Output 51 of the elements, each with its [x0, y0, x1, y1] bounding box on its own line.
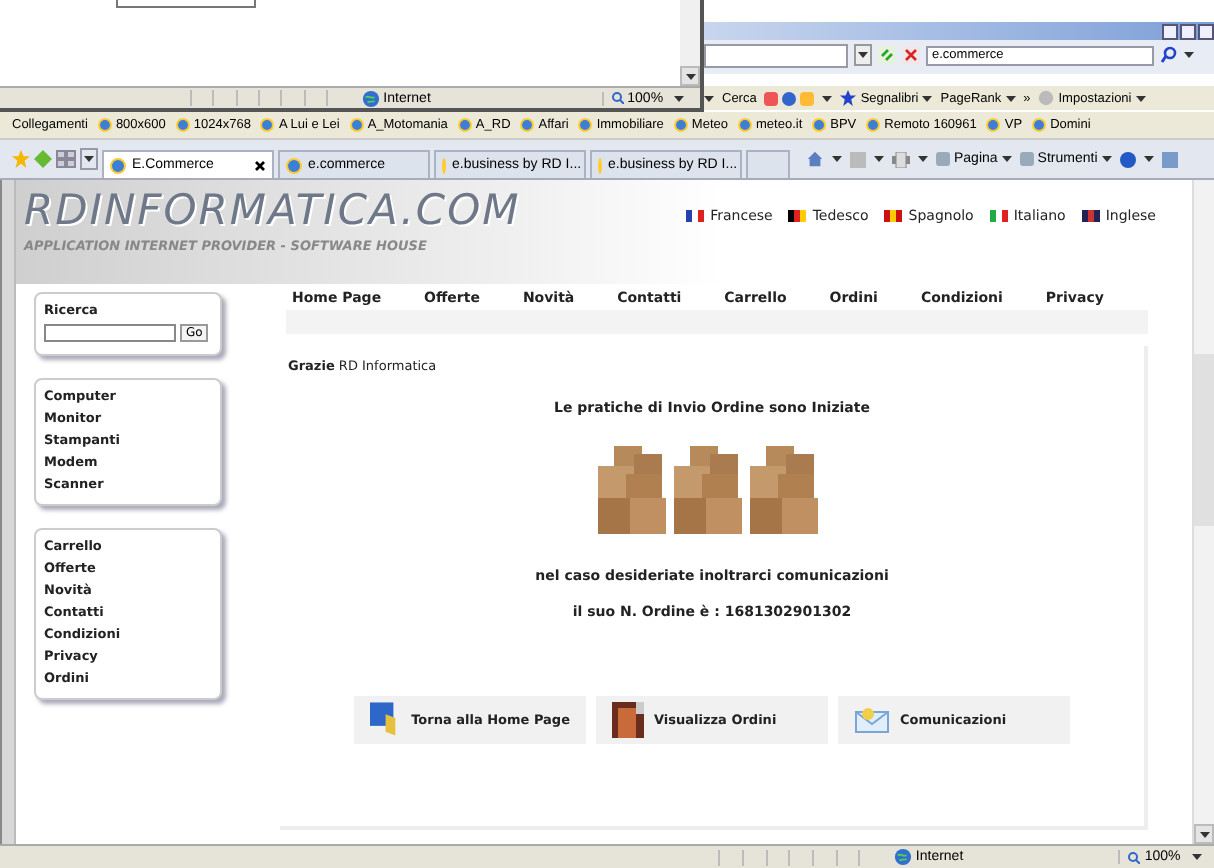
caret-icon: [858, 52, 868, 58]
scroll-down-icon: [1199, 831, 1209, 837]
caret-icon: [1135, 95, 1146, 101]
caret-icon: [84, 156, 94, 162]
caret-icon: [1143, 156, 1154, 162]
caret-icon: [1001, 156, 1012, 162]
close-button[interactable]: [1198, 23, 1214, 39]
minimize-button[interactable]: [1162, 23, 1178, 39]
colored-icons: [764, 91, 815, 105]
star-icon: [840, 90, 857, 106]
stop-button[interactable]: [902, 46, 920, 64]
flag-icon: [884, 210, 903, 222]
refresh-button[interactable]: [878, 46, 896, 64]
search-field[interactable]: [44, 324, 176, 342]
print-icon[interactable]: [892, 151, 910, 167]
address-field[interactable]: [704, 43, 848, 67]
search-icon[interactable]: [1160, 46, 1178, 64]
dropdown-button[interactable]: [854, 44, 872, 66]
caret-icon: [874, 156, 884, 162]
tab-list-button[interactable]: [80, 148, 98, 170]
globe-icon: [361, 89, 380, 107]
caret-icon: [1192, 854, 1203, 860]
caret-icon: [1184, 52, 1194, 58]
scroll-thumb[interactable]: [1194, 354, 1214, 526]
caret-icon: [822, 95, 833, 101]
caret-icon: [832, 156, 842, 162]
caret-icon: [918, 156, 928, 162]
new-tab-button[interactable]: [746, 150, 790, 178]
add-favorite-icon[interactable]: [34, 150, 52, 168]
zoom-icon: [611, 92, 624, 104]
flag-icon: [788, 210, 807, 222]
caret-icon: [1101, 156, 1112, 162]
globe-icon: [893, 848, 912, 866]
scrollbar[interactable]: [1192, 180, 1214, 844]
zoom-icon: [1128, 851, 1141, 863]
button[interactable]: [116, 0, 256, 8]
caret-icon: [922, 95, 933, 101]
orders-icon: [612, 702, 644, 738]
home-icon[interactable]: [806, 150, 824, 168]
scroll-down-icon: [685, 73, 695, 79]
flag-icon: [989, 210, 1008, 222]
favorites-star-icon[interactable]: [12, 150, 30, 168]
flag-icon: [686, 210, 705, 222]
caret-icon: [674, 95, 685, 101]
maximize-button[interactable]: [1180, 23, 1196, 39]
close-tab-icon[interactable]: [254, 159, 266, 171]
mail-icon: [854, 706, 890, 734]
caret-icon: [704, 95, 714, 101]
caret-icon: [1005, 95, 1016, 101]
scrollbar[interactable]: [680, 0, 700, 86]
flag-icon: [1081, 210, 1100, 222]
